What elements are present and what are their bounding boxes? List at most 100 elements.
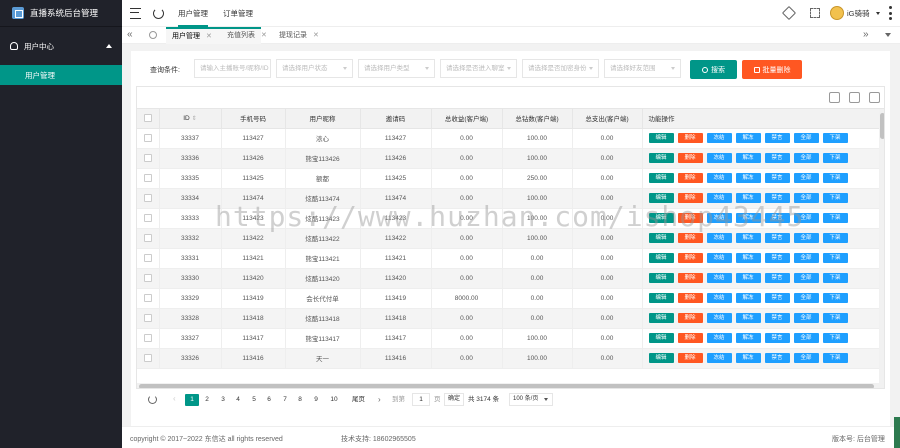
all-button[interactable]: 全部 <box>793 233 819 243</box>
refresh-icon[interactable] <box>148 395 157 404</box>
page-3[interactable]: 3 <box>216 394 230 406</box>
mute-button[interactable]: 禁言 <box>764 173 790 183</box>
columns-filter-icon[interactable] <box>829 92 840 103</box>
row-checkbox[interactable] <box>143 194 152 202</box>
edit-button[interactable]: 编辑 <box>648 133 674 143</box>
offline-button[interactable]: 下架 <box>822 173 848 183</box>
delete-button[interactable]: 删除 <box>677 133 703 143</box>
next-page-icon[interactable]: › <box>378 394 381 406</box>
more-icon[interactable] <box>889 6 892 20</box>
delete-button[interactable]: 删除 <box>677 153 703 163</box>
edit-button[interactable]: 编辑 <box>648 253 674 263</box>
unfreeze-button[interactable]: 解冻 <box>735 173 761 183</box>
page-7[interactable]: 7 <box>278 394 292 406</box>
edit-button[interactable]: 编辑 <box>648 153 674 163</box>
last-page-link[interactable]: 尾页 <box>352 394 365 406</box>
select-all-checkbox[interactable] <box>143 114 152 123</box>
freeze-button[interactable]: 冻结 <box>706 133 732 143</box>
edit-button[interactable]: 编辑 <box>648 293 674 303</box>
chat-room-select[interactable]: 请选择是否进入聊室 <box>440 59 517 78</box>
offline-button[interactable]: 下架 <box>822 313 848 323</box>
mute-button[interactable]: 禁言 <box>764 273 790 283</box>
offline-button[interactable]: 下架 <box>822 273 848 283</box>
refresh-icon[interactable] <box>153 8 164 19</box>
row-checkbox[interactable] <box>143 334 152 342</box>
sidebar-item-user-management[interactable]: 用户管理 <box>0 65 122 85</box>
all-button[interactable]: 全部 <box>793 313 819 323</box>
caret-down-icon[interactable] <box>876 12 880 15</box>
unfreeze-button[interactable]: 解冻 <box>735 233 761 243</box>
mute-button[interactable]: 禁言 <box>764 333 790 343</box>
all-button[interactable]: 全部 <box>793 153 819 163</box>
user-type-select[interactable]: 请选择用户类型 <box>358 59 435 78</box>
mute-button[interactable]: 禁言 <box>764 133 790 143</box>
tag-icon[interactable] <box>781 5 797 21</box>
tabs-scroll-left-icon[interactable]: « <box>127 28 133 42</box>
edit-button[interactable]: 编辑 <box>648 313 674 323</box>
page-8[interactable]: 8 <box>293 394 307 406</box>
delete-button[interactable]: 删除 <box>677 273 703 283</box>
row-checkbox[interactable] <box>143 134 152 142</box>
offline-button[interactable]: 下架 <box>822 213 848 223</box>
page-6[interactable]: 6 <box>262 394 276 406</box>
row-checkbox[interactable] <box>143 174 152 182</box>
all-button[interactable]: 全部 <box>793 173 819 183</box>
freeze-button[interactable]: 冻结 <box>706 173 732 183</box>
column-header[interactable]: ID ⇕ <box>159 109 222 129</box>
offline-button[interactable]: 下架 <box>822 353 848 363</box>
search-button[interactable]: 搜索 <box>690 60 737 79</box>
menu-toggle-icon[interactable] <box>130 8 141 19</box>
mute-button[interactable]: 禁言 <box>764 353 790 363</box>
print-icon[interactable] <box>869 92 880 103</box>
prev-page-icon[interactable]: ‹ <box>173 394 176 403</box>
row-checkbox[interactable] <box>143 234 152 242</box>
freeze-button[interactable]: 冻结 <box>706 353 732 363</box>
fullscreen-icon[interactable] <box>810 8 820 18</box>
unfreeze-button[interactable]: 解冻 <box>735 273 761 283</box>
all-button[interactable]: 全部 <box>793 333 819 343</box>
mute-button[interactable]: 禁言 <box>764 313 790 323</box>
tabs-menu-down-icon[interactable] <box>885 33 891 37</box>
close-icon[interactable]: ✕ <box>313 32 319 39</box>
per-page-select[interactable]: 100 条/页 <box>509 393 553 406</box>
delete-button[interactable]: 删除 <box>677 233 703 243</box>
row-checkbox[interactable] <box>143 314 152 322</box>
tabs-scroll-right-icon[interactable]: » <box>863 28 869 42</box>
unfreeze-button[interactable]: 解冻 <box>735 253 761 263</box>
all-button[interactable]: 全部 <box>793 273 819 283</box>
row-checkbox[interactable] <box>143 154 152 162</box>
unfreeze-button[interactable]: 解冻 <box>735 133 761 143</box>
page-10[interactable]: 10 <box>326 394 342 406</box>
home-icon[interactable] <box>149 31 157 39</box>
freeze-button[interactable]: 冻结 <box>706 293 732 303</box>
offline-button[interactable]: 下架 <box>822 133 848 143</box>
freeze-button[interactable]: 冻结 <box>706 253 732 263</box>
row-checkbox[interactable] <box>143 294 152 302</box>
page-2[interactable]: 2 <box>200 394 214 406</box>
freeze-button[interactable]: 冻结 <box>706 233 732 243</box>
delete-button[interactable]: 删除 <box>677 333 703 343</box>
offline-button[interactable]: 下架 <box>822 233 848 243</box>
unfreeze-button[interactable]: 解冻 <box>735 153 761 163</box>
tab-withdraw-records[interactable]: 提现记录 ✕ <box>273 27 325 44</box>
batch-delete-button[interactable]: 批量删除 <box>742 60 802 79</box>
offline-button[interactable]: 下架 <box>822 153 848 163</box>
freeze-button[interactable]: 冻结 <box>706 313 732 323</box>
mute-button[interactable]: 禁言 <box>764 293 790 303</box>
row-checkbox[interactable] <box>143 274 152 282</box>
offline-button[interactable]: 下架 <box>822 193 848 203</box>
sort-icon[interactable]: ⇕ <box>192 116 197 122</box>
goto-confirm-button[interactable]: 确定 <box>444 393 464 406</box>
mute-button[interactable]: 禁言 <box>764 253 790 263</box>
page-9[interactable]: 9 <box>309 394 323 406</box>
delete-button[interactable]: 删除 <box>677 253 703 263</box>
close-icon[interactable]: ✕ <box>206 33 212 40</box>
top-menu-order-management[interactable]: 订单管理 <box>223 0 253 27</box>
mute-button[interactable]: 禁言 <box>764 153 790 163</box>
edit-button[interactable]: 编辑 <box>648 333 674 343</box>
unfreeze-button[interactable]: 解冻 <box>735 293 761 303</box>
edit-button[interactable]: 编辑 <box>648 353 674 363</box>
offline-button[interactable]: 下架 <box>822 253 848 263</box>
unfreeze-button[interactable]: 解冻 <box>735 353 761 363</box>
delete-button[interactable]: 删除 <box>677 353 703 363</box>
